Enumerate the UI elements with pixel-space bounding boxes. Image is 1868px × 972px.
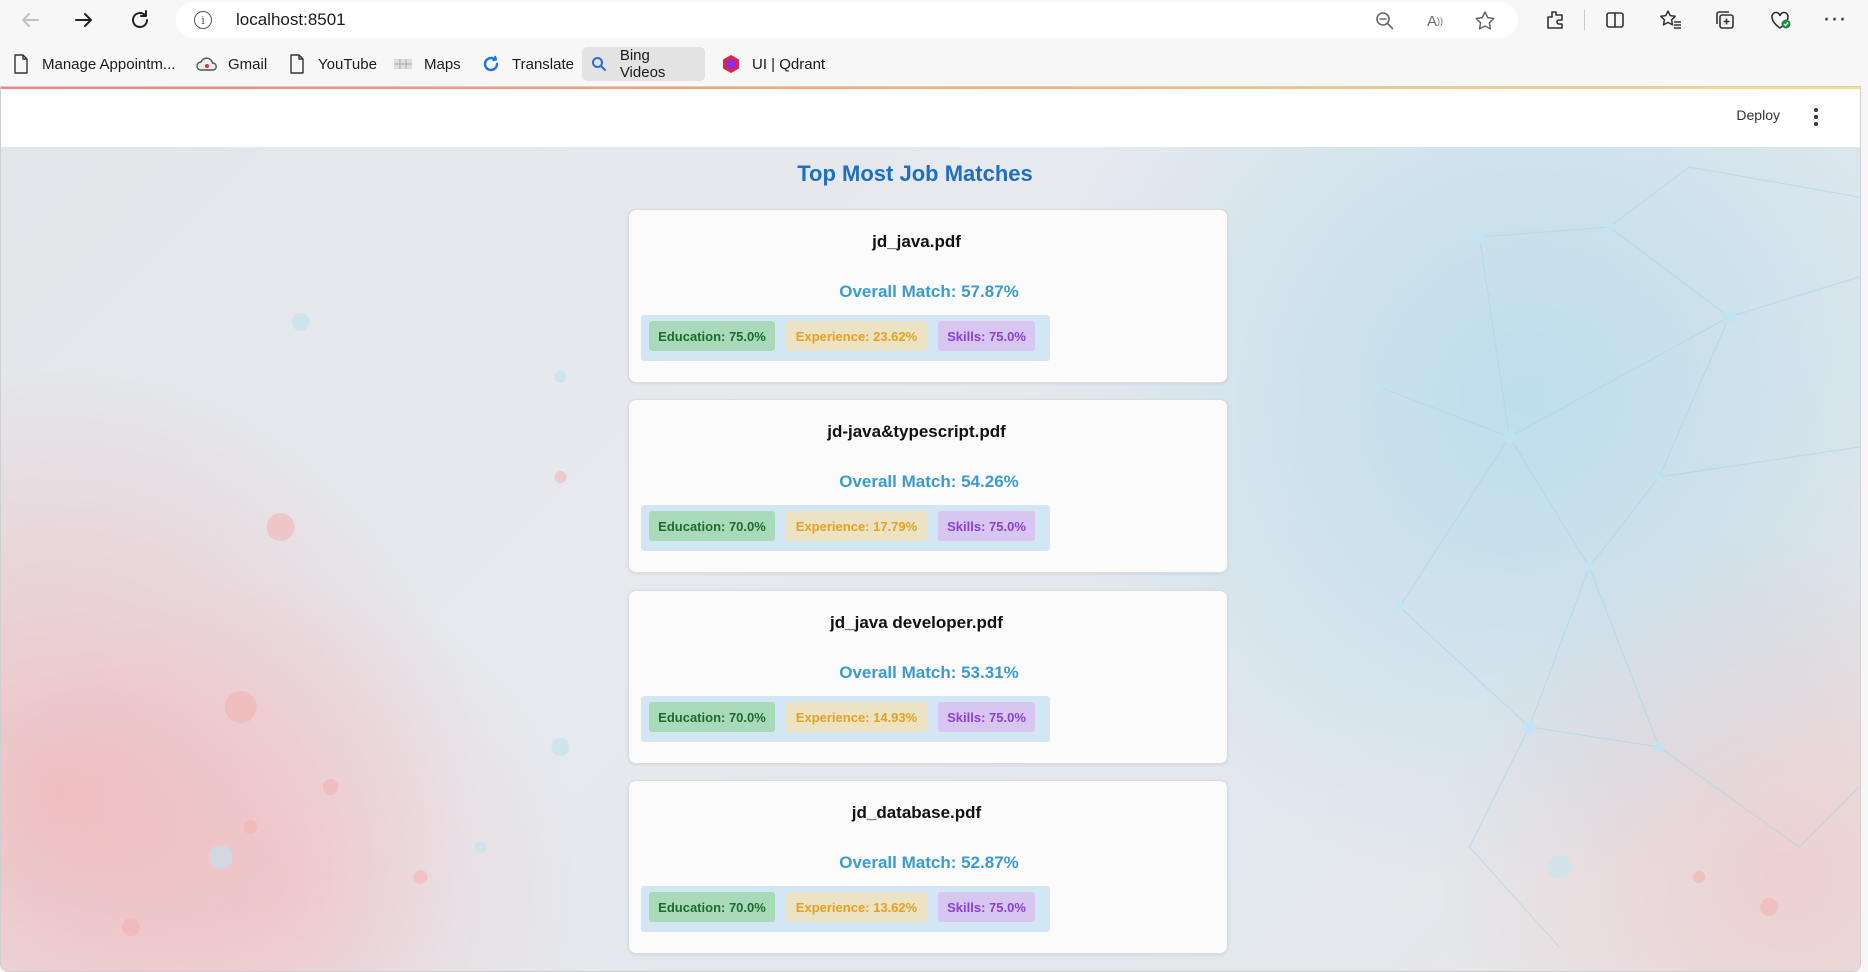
search-icon — [588, 54, 610, 74]
score-badges: Education: 70.0% Experience: 17.79% Skil… — [641, 505, 1050, 551]
collections-icon[interactable] — [1710, 5, 1740, 35]
education-badge: Education: 70.0% — [649, 892, 775, 922]
page-title: Top Most Job Matches — [797, 161, 1033, 186]
window-edge — [1861, 86, 1868, 972]
split-screen-icon[interactable] — [1600, 5, 1630, 35]
bookmark-translate[interactable]: Translate — [474, 47, 580, 81]
bookmark-label: Translate — [512, 55, 574, 73]
overall-match: Overall Match: 54.26% — [839, 472, 1019, 491]
translate-icon — [480, 54, 502, 74]
qdrant-icon — [720, 54, 742, 74]
arrow-left-icon — [22, 13, 39, 27]
bookmark-label: YouTube — [318, 55, 377, 73]
overall-match: Overall Match: 53.31% — [839, 663, 1019, 682]
skills-badge: Skills: 75.0% — [938, 892, 1035, 922]
read-aloud-icon[interactable]: A)) — [1422, 8, 1448, 34]
browser-essentials-icon[interactable] — [1766, 5, 1796, 35]
browser-toolbar: i localhost:8501 A)) ··· — [0, 0, 1868, 40]
address-bar[interactable]: i localhost:8501 A)) — [176, 2, 1518, 38]
bookmark-manage-appointments[interactable]: Manage Appointm... — [4, 47, 181, 81]
url-text[interactable]: localhost:8501 — [236, 10, 346, 30]
favorites-icon[interactable] — [1656, 5, 1686, 35]
job-file-name: jd_java.pdf — [872, 232, 961, 251]
app-viewport: Deploy Top Most Job Matches jd_java.pdf … — [0, 86, 1861, 972]
extensions-icon[interactable] — [1540, 5, 1570, 35]
experience-badge: Experience: 17.79% — [786, 511, 927, 541]
score-badges: Education: 70.0% Experience: 13.62% Skil… — [641, 886, 1050, 932]
zoom-out-icon[interactable] — [1372, 8, 1398, 34]
favorite-star-icon[interactable] — [1472, 8, 1498, 34]
page-icon — [286, 54, 308, 74]
bookmark-youtube[interactable]: YouTube — [280, 47, 383, 81]
app-background: Top Most Job Matches jd_java.pdf Overall… — [1, 147, 1860, 971]
skills-badge: Skills: 75.0% — [938, 511, 1035, 541]
app-header: Deploy — [1, 89, 1860, 147]
bookmark-label: Bing Videos — [619, 47, 666, 81]
experience-badge: Experience: 23.62% — [786, 321, 927, 351]
skills-badge: Skills: 75.0% — [938, 702, 1035, 732]
overall-match: Overall Match: 57.87% — [839, 282, 1019, 301]
overall-match: Overall Match: 52.87% — [839, 853, 1019, 872]
experience-badge: Experience: 13.62% — [786, 892, 927, 922]
site-info-icon[interactable]: i — [194, 11, 212, 29]
job-match-card: jd_java.pdf Overall Match: 57.87% Educat… — [628, 209, 1228, 383]
cloud-icon — [196, 54, 218, 74]
score-badges: Education: 70.0% Experience: 14.93% Skil… — [641, 696, 1050, 742]
job-file-name: jd-java&typescript.pdf — [827, 422, 1006, 441]
back-button[interactable] — [14, 4, 46, 36]
education-badge: Education: 70.0% — [649, 702, 775, 732]
page-icon — [10, 54, 32, 74]
map-icon — [392, 54, 414, 74]
bookmark-label: Gmail — [228, 55, 268, 73]
refresh-icon — [132, 10, 148, 28]
job-match-card: jd-java&typescript.pdf Overall Match: 54… — [628, 399, 1228, 573]
bookmark-label: UI | Qdrant — [752, 55, 826, 73]
experience-badge: Experience: 14.93% — [786, 702, 927, 732]
bookmark-label: Maps — [424, 55, 461, 73]
bookmark-maps[interactable]: Maps — [386, 47, 467, 81]
forward-button[interactable] — [68, 4, 100, 36]
deploy-button[interactable]: Deploy — [1736, 107, 1780, 123]
more-menu-icon[interactable]: ··· — [1820, 5, 1850, 35]
main-menu-icon[interactable] — [1806, 103, 1826, 131]
score-badges: Education: 75.0% Experience: 23.62% Skil… — [641, 315, 1050, 361]
education-badge: Education: 75.0% — [649, 321, 775, 351]
bookmark-qdrant[interactable]: UI | Qdrant — [714, 47, 831, 81]
job-file-name: jd_java developer.pdf — [830, 613, 1003, 632]
arrow-right-icon — [75, 13, 92, 27]
bookmarks-bar: Manage Appointm... Gmail YouTube Maps Tr… — [0, 44, 1868, 84]
bookmark-gmail[interactable]: Gmail — [190, 47, 273, 81]
skills-badge: Skills: 75.0% — [938, 321, 1035, 351]
toolbar-divider — [1584, 10, 1585, 30]
bookmark-bing-videos[interactable]: Bing Videos — [582, 47, 705, 81]
bookmark-label: Manage Appointm... — [42, 55, 176, 73]
refresh-button[interactable] — [124, 4, 156, 36]
job-match-card: jd_database.pdf Overall Match: 52.87% Ed… — [628, 780, 1228, 954]
education-badge: Education: 70.0% — [649, 511, 775, 541]
job-match-card: jd_java developer.pdf Overall Match: 53.… — [628, 590, 1228, 764]
job-file-name: jd_database.pdf — [851, 803, 982, 822]
